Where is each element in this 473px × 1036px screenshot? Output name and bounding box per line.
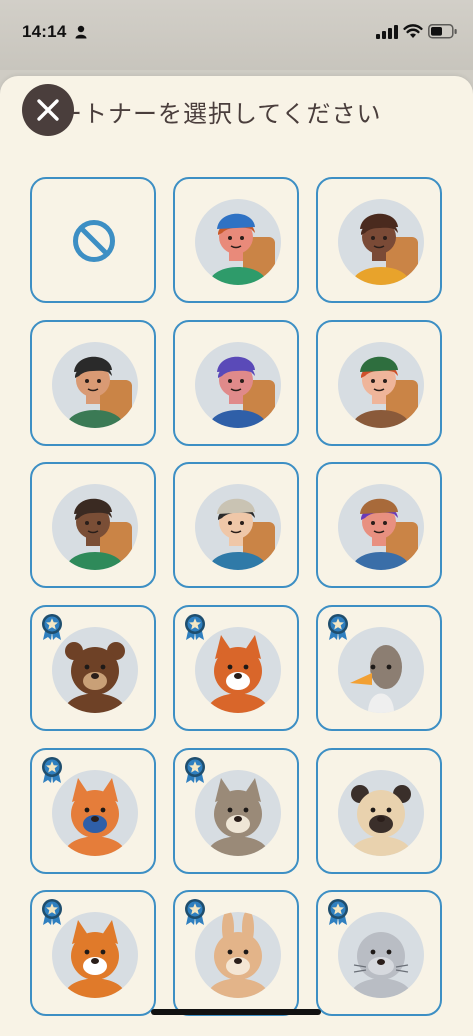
partner-card-tiger[interactable] xyxy=(30,748,156,874)
pug-avatar xyxy=(338,770,424,856)
hiker-green-beanie-avatar xyxy=(338,342,424,428)
partner-card-seal[interactable] xyxy=(316,890,442,1016)
partner-card-hiker-purple-hair[interactable] xyxy=(173,320,299,446)
fox-avatar xyxy=(195,627,281,713)
no-partner-icon xyxy=(72,219,116,267)
partner-card-goose[interactable] xyxy=(316,605,442,731)
partner-card-bear[interactable] xyxy=(30,605,156,731)
hiker-purple-hair-avatar xyxy=(195,342,281,428)
seal-avatar xyxy=(338,912,424,998)
corgi-avatar xyxy=(52,912,138,998)
partner-card-hiker-bun[interactable] xyxy=(30,320,156,446)
partner-card-corgi[interactable] xyxy=(30,890,156,1016)
cellular-signal-icon xyxy=(376,25,398,39)
hiker-blue-beanie-avatar xyxy=(195,199,281,285)
premium-badge-icon xyxy=(183,756,207,788)
premium-badge-icon xyxy=(40,898,64,930)
home-indicator xyxy=(151,1009,321,1015)
battery-icon xyxy=(428,24,457,39)
close-icon xyxy=(37,99,59,121)
sheet-title: ートナーを選択してください xyxy=(58,100,382,128)
wifi-icon xyxy=(403,24,423,38)
partner-card-pug[interactable] xyxy=(316,748,442,874)
status-time: 14:14 xyxy=(22,22,67,41)
tiger-avatar xyxy=(52,770,138,856)
goose-avatar xyxy=(338,627,424,713)
close-button[interactable] xyxy=(22,84,74,136)
premium-badge-icon xyxy=(326,898,350,930)
hiker-bun-avatar xyxy=(52,342,138,428)
hiker-dreadlocks-avatar xyxy=(52,484,138,570)
bear-avatar xyxy=(52,627,138,713)
partner-card-hiker-bucket-hat[interactable] xyxy=(173,462,299,588)
hiker-bucket-hat-avatar xyxy=(195,484,281,570)
partner-card-hiker-green-beanie[interactable] xyxy=(316,320,442,446)
premium-badge-icon xyxy=(40,613,64,645)
partner-card-cat[interactable] xyxy=(173,748,299,874)
cat-avatar xyxy=(195,770,281,856)
status-bar: 14:14 xyxy=(0,0,473,70)
partner-card-none[interactable] xyxy=(30,177,156,303)
premium-badge-icon xyxy=(326,613,350,645)
partner-card-hiker-brown-cap[interactable] xyxy=(316,462,442,588)
partner-card-fox[interactable] xyxy=(173,605,299,731)
partner-card-rabbit[interactable] xyxy=(173,890,299,1016)
premium-badge-icon xyxy=(183,613,207,645)
premium-badge-icon xyxy=(183,898,207,930)
rabbit-avatar xyxy=(195,912,281,998)
partner-card-hiker-curly-hair[interactable] xyxy=(316,177,442,303)
hiker-curly-hair-avatar xyxy=(338,199,424,285)
person-icon xyxy=(75,25,87,39)
premium-badge-icon xyxy=(40,756,64,788)
partner-card-hiker-blue-beanie[interactable] xyxy=(173,177,299,303)
hiker-brown-cap-avatar xyxy=(338,484,424,570)
partner-card-hiker-dreadlocks[interactable] xyxy=(30,462,156,588)
